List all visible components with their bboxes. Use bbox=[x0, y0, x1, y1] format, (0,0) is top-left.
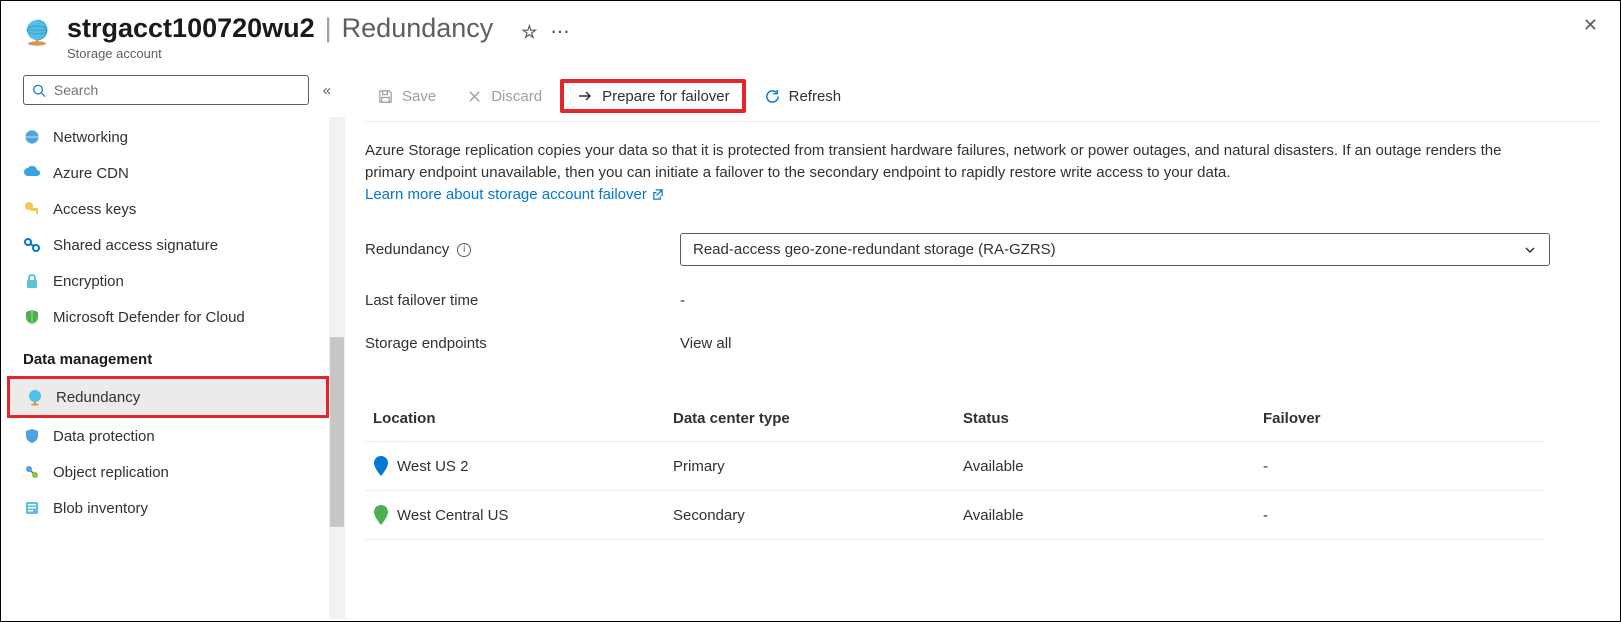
status-value: Available bbox=[963, 507, 1263, 524]
sas-icon bbox=[23, 236, 41, 254]
chevron-down-icon bbox=[1523, 243, 1537, 257]
shield-icon bbox=[23, 308, 41, 326]
sidebar-item-data-protection[interactable]: Data protection bbox=[7, 418, 329, 454]
save-icon bbox=[377, 88, 394, 105]
networking-icon bbox=[23, 128, 41, 146]
pin-icon bbox=[373, 505, 389, 525]
sidebar-item-defender[interactable]: Microsoft Defender for Cloud bbox=[7, 299, 329, 335]
blade-header: strgacct100720wu2 | Redundancy ☆ ··· Sto… bbox=[1, 1, 1620, 69]
sidebar-item-label: Networking bbox=[53, 129, 128, 146]
sidebar-item-object-replication[interactable]: Object replication bbox=[7, 454, 329, 490]
sidebar-item-label: Redundancy bbox=[56, 389, 140, 406]
nav-list: Security + networking Networking Azure C… bbox=[7, 117, 329, 526]
table-header-row: Location Data center type Status Failove… bbox=[365, 396, 1545, 442]
replication-icon bbox=[23, 463, 41, 481]
sidebar-scrollbar[interactable] bbox=[329, 117, 345, 619]
globe-icon bbox=[26, 388, 44, 406]
location-value: West Central US bbox=[397, 507, 508, 524]
resource-type-label: Storage account bbox=[67, 46, 1600, 61]
arrow-right-icon bbox=[576, 87, 594, 105]
search-icon bbox=[32, 83, 46, 98]
dct-value: Primary bbox=[673, 458, 963, 475]
nav-section-data-management: Data management bbox=[7, 335, 329, 376]
save-button: Save bbox=[365, 82, 448, 111]
view-all-link[interactable]: View all bbox=[680, 335, 731, 352]
dct-value: Secondary bbox=[673, 507, 963, 524]
refresh-label: Refresh bbox=[789, 88, 842, 105]
sidebar-item-networking[interactable]: Networking bbox=[7, 119, 329, 155]
shield-blue-icon bbox=[23, 427, 41, 445]
info-icon[interactable]: i bbox=[457, 243, 471, 257]
refresh-icon bbox=[764, 88, 781, 105]
sidebar-item-label: Blob inventory bbox=[53, 500, 148, 517]
discard-label: Discard bbox=[491, 88, 542, 105]
save-label: Save bbox=[402, 88, 436, 105]
sidebar-item-sas[interactable]: Shared access signature bbox=[7, 227, 329, 263]
location-value: West US 2 bbox=[397, 458, 468, 475]
collapse-sidebar-icon[interactable]: « bbox=[319, 78, 335, 103]
sidebar-item-label: Azure CDN bbox=[53, 165, 129, 182]
sidebar-item-label: Shared access signature bbox=[53, 237, 218, 254]
external-link-icon bbox=[651, 188, 664, 201]
storage-endpoints-label: Storage endpoints bbox=[365, 335, 680, 352]
key-icon bbox=[23, 200, 41, 218]
sidebar-item-label: Object replication bbox=[53, 464, 169, 481]
pin-icon bbox=[373, 456, 389, 476]
redundancy-value: Read-access geo-zone-redundant storage (… bbox=[693, 241, 1056, 258]
table-row: West US 2 Primary Available - bbox=[365, 442, 1545, 491]
scrollbar-thumb[interactable] bbox=[330, 337, 344, 527]
search-input-wrapper[interactable] bbox=[23, 75, 309, 105]
sidebar-item-access-keys[interactable]: Access keys bbox=[7, 191, 329, 227]
sidebar-item-azure-cdn[interactable]: Azure CDN bbox=[7, 155, 329, 191]
learn-more-link[interactable]: Learn more about storage account failove… bbox=[365, 184, 664, 206]
cdn-icon bbox=[23, 164, 41, 182]
lock-icon bbox=[23, 272, 41, 290]
failover-value: - bbox=[1263, 458, 1537, 475]
redundancy-label: Redundancy i bbox=[365, 241, 680, 258]
sidebar-item-label: Encryption bbox=[53, 273, 124, 290]
last-failover-value: - bbox=[680, 292, 685, 309]
sidebar-item-label: Microsoft Defender for Cloud bbox=[53, 309, 245, 326]
col-location: Location bbox=[373, 410, 673, 427]
last-failover-label: Last failover time bbox=[365, 292, 680, 309]
sidebar-item-redundancy[interactable]: Redundancy bbox=[7, 376, 329, 418]
section-name: Redundancy bbox=[342, 13, 494, 44]
prepare-label: Prepare for failover bbox=[602, 88, 730, 105]
col-failover: Failover bbox=[1263, 410, 1537, 427]
sidebar: « Security + networking Networking Azure… bbox=[1, 69, 345, 619]
prepare-failover-button[interactable]: Prepare for failover bbox=[560, 79, 746, 113]
page-title: strgacct100720wu2 | Redundancy ☆ ··· bbox=[67, 13, 1600, 44]
favorite-icon[interactable]: ☆ bbox=[521, 22, 537, 43]
sidebar-item-encryption[interactable]: Encryption bbox=[7, 263, 329, 299]
failover-value: - bbox=[1263, 507, 1537, 524]
resource-name: strgacct100720wu2 bbox=[67, 13, 315, 44]
toolbar: Save Discard Prepare for failover Refres… bbox=[365, 69, 1600, 122]
redundancy-select[interactable]: Read-access geo-zone-redundant storage (… bbox=[680, 233, 1550, 266]
col-status: Status bbox=[963, 410, 1263, 427]
inventory-icon bbox=[23, 499, 41, 517]
col-data-center-type: Data center type bbox=[673, 410, 963, 427]
sidebar-item-label: Data protection bbox=[53, 428, 155, 445]
more-icon[interactable]: ··· bbox=[551, 24, 570, 42]
endpoints-table: Location Data center type Status Failove… bbox=[365, 396, 1545, 540]
redundancy-label-text: Redundancy bbox=[365, 241, 449, 258]
refresh-button[interactable]: Refresh bbox=[752, 82, 854, 111]
table-row: West Central US Secondary Available - bbox=[365, 491, 1545, 540]
main-content: Save Discard Prepare for failover Refres… bbox=[345, 69, 1620, 619]
sidebar-item-label: Access keys bbox=[53, 201, 136, 218]
title-separator: | bbox=[325, 13, 332, 44]
sidebar-item-blob-inventory[interactable]: Blob inventory bbox=[7, 490, 329, 526]
learn-more-label: Learn more about storage account failove… bbox=[365, 184, 647, 206]
resource-icon bbox=[21, 17, 53, 49]
description-body: Azure Storage replication copies your da… bbox=[365, 142, 1501, 181]
discard-button: Discard bbox=[454, 82, 554, 111]
close-icon[interactable]: ✕ bbox=[1583, 15, 1598, 36]
description-text: Azure Storage replication copies your da… bbox=[365, 140, 1525, 205]
status-value: Available bbox=[963, 458, 1263, 475]
search-input[interactable] bbox=[52, 81, 300, 99]
discard-icon bbox=[466, 88, 483, 105]
